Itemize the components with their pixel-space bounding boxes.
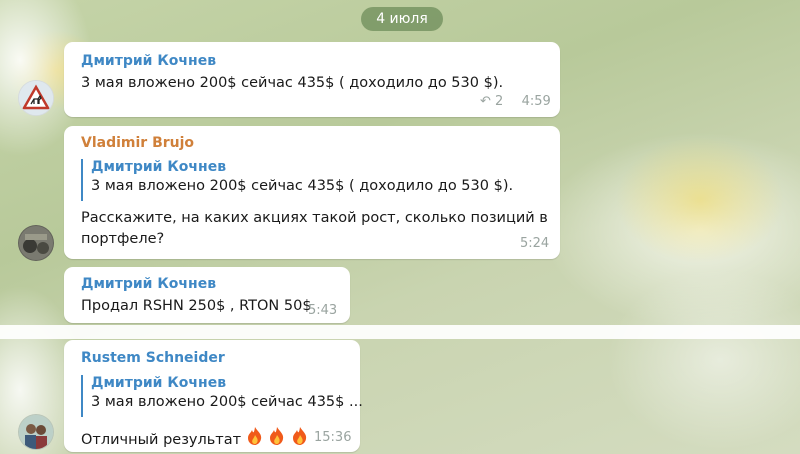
reply-quote[interactable]: Дмитрий Кочнев 3 мая вложено 200$ сейчас… [81, 159, 513, 201]
reply-quote[interactable]: Дмитрий Кочнев 3 мая вложено 200$ сейчас… [81, 375, 363, 417]
message-text: Отличный результат [81, 432, 242, 448]
message-bubble[interactable]: Дмитрий Кочнев Продал RSHN 250$ , RTON 5… [64, 267, 350, 323]
fire-emoji-icon [246, 426, 264, 450]
message-author[interactable]: Дмитрий Кочнев [81, 276, 216, 292]
message-time: 5:24 [520, 236, 550, 251]
message-text: Продал RSHN 250$ , RTON 50$ [81, 298, 312, 314]
message-author[interactable]: Vladimir Brujo [81, 135, 194, 151]
fire-emoji-icon [268, 426, 286, 450]
date-separator: 4 июля [361, 7, 443, 31]
message-time: 5:43 [308, 303, 338, 318]
chat-divider [0, 325, 800, 339]
message-meta: ↶ 2 4:59 [480, 94, 551, 109]
deer-crossing-sign-icon [19, 81, 53, 115]
quote-text: 3 мая вложено 200$ сейчас 435$ ... [91, 394, 363, 410]
message-bubble[interactable]: Rustem Schneider Дмитрий Кочнев 3 мая вл… [64, 340, 363, 452]
message-text: Расскажите, на каких акциях такой рост, … [81, 210, 548, 226]
avatar[interactable] [18, 225, 54, 261]
reply-arrow-icon[interactable]: ↶ [480, 94, 491, 109]
avatar[interactable] [18, 414, 54, 450]
message-author[interactable]: Rustem Schneider [81, 350, 225, 366]
message-time: 4:59 [521, 94, 551, 109]
people-photo-icon [19, 415, 53, 449]
avatar[interactable] [18, 80, 54, 116]
quote-author: Дмитрий Кочнев [91, 159, 227, 175]
message-text-row: Отличный результат [81, 426, 309, 450]
photo-avatar-icon [19, 226, 53, 260]
quote-author: Дмитрий Кочнев [91, 375, 227, 391]
message-bubble[interactable]: Дмитрий Кочнев 3 мая вложено 200$ сейчас… [64, 42, 560, 117]
reply-count[interactable]: 2 [495, 94, 503, 109]
message-author[interactable]: Дмитрий Кочнев [81, 53, 216, 69]
message-bubble[interactable]: Vladimir Brujo Дмитрий Кочнев 3 мая влож… [64, 126, 560, 259]
fire-emoji-icon [291, 426, 309, 450]
message-text: 3 мая вложено 200$ сейчас 435$ ( доходил… [81, 75, 504, 91]
quote-text: 3 мая вложено 200$ сейчас 435$ ( доходил… [91, 178, 514, 194]
message-time: 15:36 [314, 430, 352, 445]
message-text: портфеле? [81, 231, 165, 247]
